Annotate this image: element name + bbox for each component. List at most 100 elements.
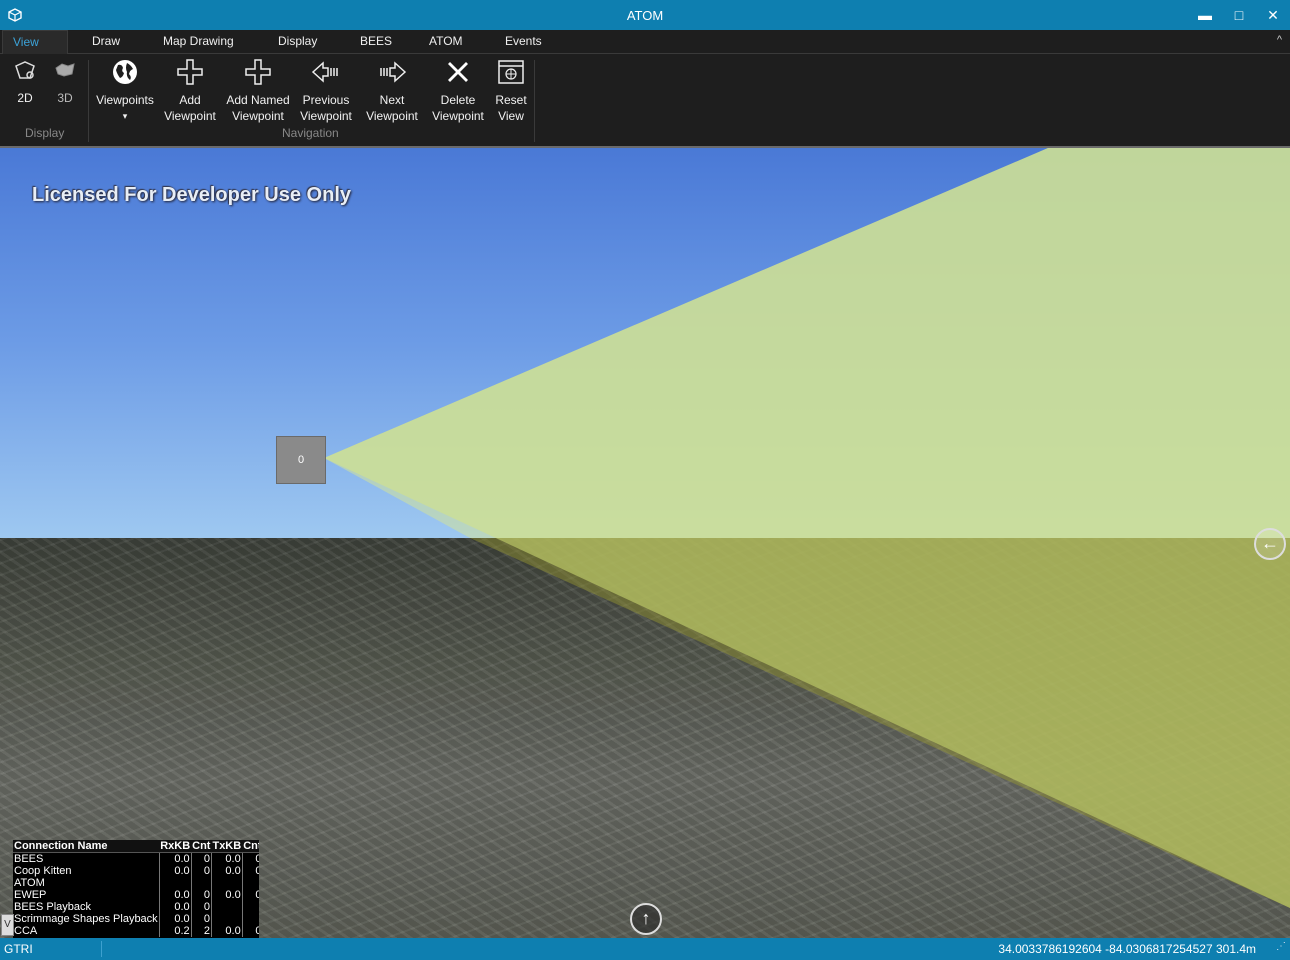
tab-atom[interactable]: ATOM: [419, 30, 473, 53]
map-3d-icon: [55, 63, 75, 77]
2d-button[interactable]: 2D: [10, 58, 40, 106]
map-viewport[interactable]: Licensed For Developer Use Only 0 ← ↑: [0, 148, 1290, 938]
dropdown-arrow-icon: ▾: [122, 111, 128, 121]
delete-viewpoint-button[interactable]: Delete Viewpoint: [429, 58, 487, 124]
rxcnt-cell: 0: [190, 913, 212, 925]
connection-panel: Connection Name RxKB Cnt TxKB Cnt BEES 0…: [13, 840, 259, 938]
coordinates-readout: 34.0033786192604 -84.0306817254527: [998, 942, 1213, 956]
ribbon-tabs: View Draw Map Drawing Display BEES ATOM …: [0, 30, 1290, 54]
rxcnt-cell: 0: [190, 865, 212, 877]
table-row[interactable]: BEES Playback 0.0 0: [13, 901, 259, 913]
license-watermark: Licensed For Developer Use Only: [32, 184, 351, 206]
tab-map-drawing[interactable]: Map Drawing: [153, 30, 244, 53]
pan-left-arrow-icon[interactable]: ←: [1254, 528, 1286, 560]
connection-name: Coop Kitten: [14, 865, 72, 877]
connection-table: Connection Name RxKB Cnt TxKB Cnt BEES 0…: [13, 840, 259, 937]
tab-draw[interactable]: Draw: [82, 30, 130, 53]
txcnt-cell: [241, 913, 259, 925]
arrow-left-icon: [311, 61, 338, 83]
viewpoints-label: Viewpoints: [96, 93, 154, 107]
add-viewpoint-label-2: Viewpoint: [164, 109, 216, 123]
txcnt-cell: 0: [241, 889, 259, 901]
viewpoints-button[interactable]: Viewpoints ▾: [94, 58, 156, 124]
previous-label-2: Viewpoint: [300, 109, 352, 123]
connection-name: CCA: [14, 925, 38, 937]
rxkb-cell: 0.0: [158, 865, 192, 877]
txkb-cell: [210, 913, 243, 925]
rxcnt-cell: 2: [190, 925, 212, 937]
txkb-cell: 0.0: [210, 852, 243, 865]
table-row[interactable]: Coop Kitten 0.0 0 0.0 0: [13, 865, 259, 877]
next-label-1: Next: [379, 93, 405, 107]
reset-view-icon: [498, 60, 524, 84]
map-2d-icon: [15, 61, 35, 79]
add-named-label-2: Viewpoint: [232, 109, 284, 123]
reset-label-1: Reset: [495, 93, 527, 107]
delete-label-1: Delete: [440, 93, 476, 107]
rxcnt-cell: 0: [190, 889, 212, 901]
previous-viewpoint-button[interactable]: Previous Viewpoint: [297, 58, 355, 124]
next-label-2: Viewpoint: [366, 109, 418, 123]
tab-bees[interactable]: BEES: [350, 30, 402, 53]
table-row[interactable]: BEES 0.0 0 0.0 0: [13, 852, 259, 865]
collapse-ribbon-button[interactable]: ^: [1277, 34, 1282, 46]
rxcnt-cell: 0: [190, 852, 212, 865]
txkb-cell: [210, 901, 243, 913]
rxcnt-cell: [190, 877, 212, 889]
rxkb-cell: 0.0: [158, 913, 192, 925]
table-row[interactable]: Scrimmage Shapes Playback 0.0 0: [13, 913, 259, 925]
3d-label: 3D: [57, 91, 73, 105]
previous-label-1: Previous: [302, 93, 350, 107]
connection-name: BEES Playback: [14, 901, 92, 913]
arrow-right-icon: [380, 61, 407, 83]
next-viewpoint-button[interactable]: Next Viewpoint: [363, 58, 421, 124]
tab-display[interactable]: Display: [268, 30, 327, 53]
plus-icon: [177, 59, 203, 85]
add-named-label-1: Add Named: [226, 93, 290, 107]
table-row[interactable]: ATOM: [13, 877, 259, 889]
maximize-button[interactable]: □: [1226, 4, 1252, 26]
3d-button[interactable]: 3D: [50, 58, 80, 106]
add-named-viewpoint-button[interactable]: Add Named Viewpoint: [224, 58, 292, 124]
add-viewpoint-button[interactable]: Add Viewpoint: [162, 58, 218, 124]
reset-label-2: View: [498, 109, 524, 123]
rxkb-cell: 0.0: [158, 901, 192, 913]
rxkb-cell: 0.2: [158, 925, 192, 937]
txkb-cell: 0.0: [210, 865, 243, 877]
window-title: ATOM: [626, 8, 664, 23]
connection-panel-toggle[interactable]: V: [1, 914, 14, 936]
cursor-position: 34.0033786192604 -84.0306817254527 301.4…: [998, 938, 1256, 960]
table-row[interactable]: EWEP 0.0 0 0.0 0: [13, 889, 259, 901]
reset-view-button[interactable]: Reset View: [494, 58, 528, 124]
altitude-readout: 301.4m: [1215, 942, 1256, 956]
txkb-cell: 0.0: [210, 925, 243, 937]
rxkb-cell: [158, 877, 192, 889]
pan-up-arrow-icon[interactable]: ↑: [630, 903, 662, 935]
minimize-button[interactable]: ▬: [1192, 4, 1218, 26]
display-group-label: Display: [25, 126, 65, 140]
status-org: GTRI: [4, 942, 33, 956]
resize-grip-icon[interactable]: ⋰: [1276, 936, 1286, 958]
delete-label-2: Viewpoint: [432, 109, 484, 123]
column-header: Cnt: [191, 840, 212, 853]
group-separator: [534, 60, 535, 142]
status-bar: GTRI 34.0033786192604 -84.0306817254527 …: [0, 938, 1290, 960]
status-separator: [101, 941, 102, 957]
entity-marker[interactable]: 0: [276, 436, 326, 484]
navigation-group-label: Navigation: [282, 126, 339, 140]
column-header: TxKB: [211, 840, 243, 853]
txcnt-cell: [241, 901, 259, 913]
rxkb-cell: 0.0: [158, 852, 192, 865]
column-header: RxKB: [159, 840, 192, 853]
close-button[interactable]: ✕: [1260, 4, 1286, 26]
table-header-row: Connection Name RxKB Cnt TxKB Cnt: [13, 840, 259, 853]
table-row[interactable]: CCA 0.2 2 0.0 0: [13, 925, 259, 937]
rxcnt-cell: 0: [190, 901, 212, 913]
txkb-cell: 0.0: [210, 889, 243, 901]
add-viewpoint-label-1: Add: [179, 93, 201, 107]
delete-x-icon: [448, 62, 468, 82]
title-bar: ATOM ▬ □ ✕: [0, 0, 1290, 30]
tab-view[interactable]: View: [2, 30, 68, 54]
connection-name: ATOM: [14, 877, 45, 889]
tab-events[interactable]: Events: [495, 30, 552, 53]
